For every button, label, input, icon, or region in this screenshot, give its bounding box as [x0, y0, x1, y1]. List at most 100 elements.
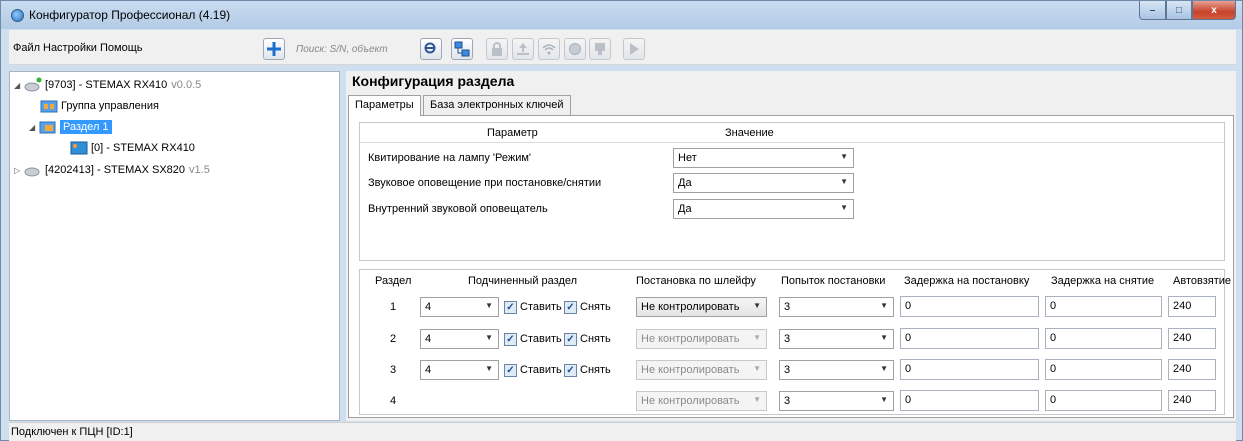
- tree-item-rx410-0[interactable]: [0] - STEMAX RX410: [70, 138, 195, 158]
- tab-parameters[interactable]: Параметры: [348, 95, 421, 116]
- section-icon: [39, 119, 57, 135]
- section-number: 2: [390, 333, 397, 345]
- device-tree: ◢ [9703] - STEMAX RX410 v0.0.5 Группа уп…: [9, 71, 340, 421]
- arm-mode-select[interactable]: Не контролировать ▼: [636, 297, 767, 317]
- tree-item-section-1[interactable]: ◢ Раздел 1: [29, 117, 112, 137]
- close-button[interactable]: x: [1192, 1, 1236, 20]
- tree-item-label: [9703] - STEMAX RX410: [45, 79, 168, 91]
- dropdown-arrow-icon: ▼: [753, 364, 761, 373]
- tree-item-sx820[interactable]: ▷ [4202413] - STEMAX SX820 v1.5: [14, 160, 210, 180]
- arm-mode-select[interactable]: Не контролировать ▼: [636, 329, 767, 349]
- collapse-arrow-icon[interactable]: ◢: [14, 81, 24, 90]
- set-checkbox[interactable]: ✓: [504, 364, 517, 377]
- connect-button[interactable]: [451, 38, 473, 60]
- window-title: Конфигуратор Профессионал (4.19): [29, 8, 231, 22]
- params-grid: Параметр Значение Квитирование на лампу …: [359, 122, 1225, 261]
- auto-arm-input[interactable]: 240: [1168, 328, 1216, 349]
- auto-arm-input[interactable]: 240: [1168, 296, 1216, 317]
- dropdown-arrow-icon: ▼: [485, 364, 493, 373]
- auto-arm-input[interactable]: 240: [1168, 359, 1216, 380]
- attempts-select[interactable]: 3 ▼: [779, 297, 894, 317]
- tree-item-control-group[interactable]: Группа управления: [40, 96, 159, 116]
- unset-checkbox[interactable]: ✓: [564, 364, 577, 377]
- search-button[interactable]: [420, 38, 442, 60]
- unset-label: Снять: [580, 364, 611, 376]
- auto-arm-input[interactable]: 240: [1168, 390, 1216, 411]
- disarm-delay-input[interactable]: 0: [1045, 359, 1162, 380]
- unset-label: Снять: [580, 301, 611, 313]
- device-button[interactable]: [589, 38, 611, 60]
- section-number: 1: [390, 301, 397, 313]
- connection-status: Подключен к ПЦН [ID:1]: [11, 426, 133, 438]
- menu-help[interactable]: Помощь: [100, 42, 143, 54]
- version-label: v0.0.5: [171, 79, 202, 91]
- tree-item-rx410[interactable]: ◢ [9703] - STEMAX RX410 v0.0.5: [14, 75, 201, 95]
- param-value-select[interactable]: Нет ▼: [673, 148, 854, 168]
- menu-file[interactable]: Файл: [13, 42, 40, 54]
- lock-icon: [492, 42, 502, 56]
- arm-delay-input[interactable]: 0: [900, 328, 1039, 349]
- app-icon: [11, 9, 24, 22]
- lock-button[interactable]: [486, 38, 508, 60]
- arm-delay-input[interactable]: 0: [900, 359, 1039, 380]
- arm-mode-select[interactable]: Не контролировать ▼: [636, 391, 767, 411]
- dropdown-arrow-icon: ▼: [753, 333, 761, 342]
- disarm-delay-input[interactable]: 0: [1045, 328, 1162, 349]
- param-value-select[interactable]: Да ▼: [673, 173, 854, 193]
- globe-button[interactable]: [564, 38, 586, 60]
- param-value-select[interactable]: Да ▼: [673, 199, 854, 219]
- column-header: Попыток постановки: [781, 275, 886, 287]
- unset-label: Снять: [580, 333, 611, 345]
- sub-section-select[interactable]: 4 ▼: [420, 297, 499, 317]
- params-header: Параметр Значение: [360, 123, 1224, 143]
- arm-delay-input[interactable]: 0: [900, 390, 1039, 411]
- menu-toolbar: Файл Настройки Помощь: [9, 30, 1236, 65]
- run-button[interactable]: [623, 38, 645, 60]
- satellite-dish-icon: [24, 77, 42, 93]
- set-checkbox[interactable]: ✓: [504, 333, 517, 346]
- unset-checkbox[interactable]: ✓: [564, 301, 577, 314]
- title-bar[interactable]: Конфигуратор Профессионал (4.19) – □ x: [1, 1, 1242, 29]
- satellite-dish-icon: [24, 162, 42, 178]
- arm-delay-input[interactable]: 0: [900, 296, 1039, 317]
- plus-icon: [267, 42, 281, 56]
- dropdown-arrow-icon: ▼: [840, 203, 848, 212]
- tab-electronic-keys[interactable]: База электронных ключей: [423, 95, 571, 115]
- window-controls: – □ x: [1139, 1, 1236, 21]
- minimize-button[interactable]: –: [1139, 1, 1166, 20]
- device-icon: [595, 43, 605, 55]
- collapse-arrow-icon[interactable]: ◢: [29, 123, 39, 132]
- arm-mode-select[interactable]: Не контролировать ▼: [636, 360, 767, 380]
- search-input[interactable]: [296, 39, 418, 59]
- maximize-button[interactable]: □: [1166, 1, 1192, 20]
- version-label: v1.5: [189, 164, 210, 176]
- attempts-select[interactable]: 3 ▼: [779, 329, 894, 349]
- menu-settings[interactable]: Настройки: [43, 42, 97, 54]
- add-button[interactable]: [263, 38, 285, 60]
- dropdown-arrow-icon: ▼: [840, 177, 848, 186]
- globe-icon: [569, 43, 581, 55]
- disarm-delay-input[interactable]: 0: [1045, 296, 1162, 317]
- dropdown-arrow-icon: ▼: [485, 333, 493, 342]
- unset-checkbox[interactable]: ✓: [564, 333, 577, 346]
- tree-item-label: Группа управления: [61, 100, 159, 112]
- upload-button[interactable]: [512, 38, 534, 60]
- column-header: Задержка на снятие: [1051, 275, 1155, 287]
- sub-section-select[interactable]: 4 ▼: [420, 329, 499, 349]
- set-label: Ставить: [520, 364, 562, 376]
- set-checkbox[interactable]: ✓: [504, 301, 517, 314]
- magnifier-icon: [424, 42, 436, 54]
- disarm-delay-input[interactable]: 0: [1045, 390, 1162, 411]
- expand-arrow-icon[interactable]: ▷: [14, 166, 24, 175]
- wireless-button[interactable]: [538, 38, 560, 60]
- param-label: Звуковое оповещение при постановке/сняти…: [368, 177, 602, 189]
- sub-section-select[interactable]: 4 ▼: [420, 360, 499, 380]
- group-icon: [40, 98, 58, 114]
- dropdown-arrow-icon: ▼: [485, 301, 493, 310]
- wifi-icon: [542, 44, 556, 55]
- attempts-select[interactable]: 3 ▼: [779, 360, 894, 380]
- dropdown-arrow-icon: ▼: [840, 152, 848, 161]
- sections-table: Раздел Подчиненный раздел Постановка по …: [359, 269, 1231, 415]
- attempts-select[interactable]: 3 ▼: [779, 391, 894, 411]
- param-label: Квитирование на лампу 'Режим': [368, 152, 532, 164]
